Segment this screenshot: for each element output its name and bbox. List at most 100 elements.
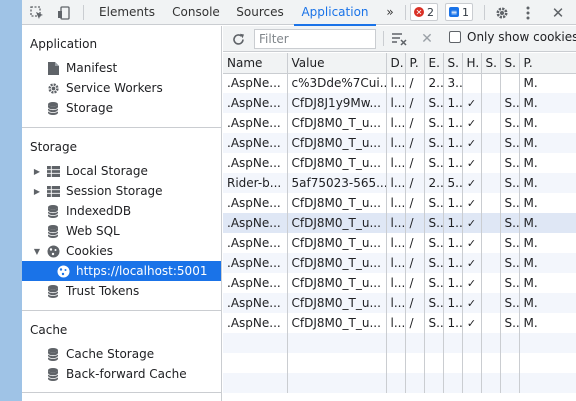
checkbox-box[interactable] [449, 31, 461, 43]
table-cell: / [405, 193, 425, 213]
column-header[interactable]: D. [386, 53, 406, 74]
column-header[interactable]: S. [481, 53, 501, 74]
table-row[interactable]: .AspNe...CfDJ8M0_T_u...l.../S...1...✓S..… [223, 133, 576, 153]
sidebar-item-local-storage[interactable]: ▶ Local Storage [22, 161, 221, 181]
table-cell [481, 233, 501, 253]
device-toolbar-icon[interactable] [55, 0, 73, 25]
more-tabs-button[interactable]: » [380, 0, 400, 25]
table-cell: M. [519, 313, 576, 333]
close-icon[interactable]: ✕ [548, 0, 568, 25]
table-cell [481, 93, 501, 113]
errors-count: 2 [427, 5, 434, 19]
table-cell [223, 353, 288, 373]
table-row[interactable]: .AspNe...CfDJ8J1y9Mw...l.../S...1...✓S..… [223, 93, 576, 113]
table-cell: ✓ [462, 153, 482, 173]
table-cell: M. [519, 73, 576, 93]
only-show-issues-checkbox[interactable]: Only show cookies w [449, 30, 576, 44]
table-row[interactable]: .AspNe...CfDJ8M0_T_u...l.../S...1...✓S..… [223, 233, 576, 253]
sidebar-item-storage[interactable]: Storage [22, 98, 221, 118]
column-header[interactable]: S. [443, 53, 463, 74]
table-cell [500, 353, 520, 373]
sidebar-item-label: Local Storage [66, 164, 148, 178]
table-row[interactable]: .AspNe...CfDJ8M0_T_u...l.../S...1...✓S..… [223, 313, 576, 333]
table-row[interactable]: .AspNe...CfDJ8M0_T_u...l.../S...1...✓S..… [223, 193, 576, 213]
sidebar-item-cookies[interactable]: ▼ Cookies [22, 241, 221, 261]
table-cell: S... [424, 113, 444, 133]
refresh-icon[interactable] [229, 26, 247, 52]
table-row[interactable]: Rider-b...5af75023-565...l.../2...5...✓ S… [223, 173, 576, 193]
column-header[interactable]: P. [519, 53, 576, 74]
cookies-table: Name Value D. P. E. S. H. S. S. P. .AspN… [223, 53, 576, 393]
collapse-arrow-icon[interactable]: ▼ [32, 247, 42, 256]
errors-badge[interactable]: ✕ 2 [410, 3, 438, 21]
table-cell: CfDJ8M0_T_u... [287, 273, 387, 293]
table-cell [481, 113, 501, 133]
tab-application[interactable]: Application [294, 0, 376, 26]
column-header[interactable]: P. [405, 53, 425, 74]
expand-arrow-icon[interactable]: ▶ [32, 187, 42, 196]
table-cell [481, 313, 501, 333]
table-cell: .AspNe... [223, 213, 288, 233]
table-row[interactable]: .AspNe...c%3Dde%7Cui...l.../2...3... M. [223, 73, 576, 93]
table-cell [481, 293, 501, 313]
table-cell: M. [519, 253, 576, 273]
column-header[interactable]: E. [424, 53, 444, 74]
column-header[interactable]: S. [500, 53, 520, 74]
table-cell: 1... [443, 273, 463, 293]
table-cell: S... [500, 93, 520, 113]
gear-icon[interactable] [492, 0, 512, 25]
sidebar-item-trust-tokens[interactable]: Trust Tokens [22, 281, 221, 301]
table-cell [519, 333, 576, 353]
column-header[interactable]: H. [462, 53, 482, 74]
sidebar-item-back-forward-cache[interactable]: Back-forward Cache [22, 364, 221, 384]
column-header[interactable]: Name [223, 53, 288, 74]
table-row[interactable]: .AspNe...CfDJ8M0_T_u...l.../S...1...✓S..… [223, 153, 576, 173]
table-cell: 2... [424, 73, 444, 93]
table-row[interactable]: .AspNe...CfDJ8M0_T_u...l.../S...1...✓S..… [223, 253, 576, 273]
table-row[interactable]: .AspNe...CfDJ8M0_T_u...l.../S...1...✓S..… [223, 293, 576, 313]
section-divider [22, 310, 221, 311]
sidebar-item-session-storage[interactable]: ▶ Session Storage [22, 181, 221, 201]
table-cell: S... [424, 213, 444, 233]
tab-elements[interactable]: Elements [92, 0, 162, 25]
sidebar-item-service-workers[interactable]: Service Workers [22, 78, 221, 98]
table-cell: 1... [443, 253, 463, 273]
table-row[interactable]: .AspNe...CfDJ8M0_T_u...l.../S...1...✓S..… [223, 273, 576, 293]
toolbar-divider [405, 5, 406, 20]
expand-arrow-icon[interactable]: ▶ [32, 167, 42, 176]
tab-console[interactable]: Console [168, 0, 224, 25]
table-cell: Rider-b... [223, 173, 288, 193]
cookies-panel: ✕ Only show cookies w Name Value D. P. E… [223, 26, 576, 401]
table-cell: ✓ [462, 93, 482, 113]
sidebar-item-label: https://localhost:5001 [76, 264, 208, 278]
sidebar-item-indexeddb[interactable]: IndexedDB [22, 201, 221, 221]
sidebar-item-cache-storage[interactable]: Cache Storage [22, 344, 221, 364]
messages-badge[interactable]: ≡ 1 [445, 3, 473, 21]
table-cell: S... [500, 293, 520, 313]
table-cell [223, 333, 288, 353]
table-cell: M. [519, 233, 576, 253]
tab-sources[interactable]: Sources [232, 0, 288, 25]
sidebar-item-web-sql[interactable]: Web SQL [22, 221, 221, 241]
column-header[interactable]: Value [287, 53, 387, 74]
sidebar-item-cookie-origin[interactable]: https://localhost:5001 [22, 261, 221, 281]
table-row[interactable]: .AspNe...CfDJ8M0_T_u...l.../S...1...✓S..… [223, 213, 576, 233]
table-cell [481, 73, 501, 93]
table-cell [405, 353, 425, 373]
table-cell: S... [500, 173, 520, 193]
clear-filtered-icon[interactable] [390, 26, 408, 52]
table-cell: l... [386, 133, 406, 153]
table-cell: / [405, 93, 425, 113]
filter-input[interactable] [254, 29, 376, 49]
table-cell: S... [500, 313, 520, 333]
delete-selected-icon[interactable]: ✕ [419, 26, 435, 52]
table-cell [443, 373, 463, 393]
table-cell [481, 373, 501, 393]
sidebar-item-manifest[interactable]: Manifest [22, 58, 221, 78]
sidebar-item-label: Storage [66, 101, 113, 115]
more-options-icon[interactable] [520, 0, 536, 25]
table-row[interactable]: .AspNe...CfDJ8M0_T_u...l.../S...1...✓S..… [223, 113, 576, 133]
inspect-element-icon[interactable] [28, 0, 46, 25]
table-cell: .AspNe... [223, 253, 288, 273]
table-cell: S... [424, 293, 444, 313]
